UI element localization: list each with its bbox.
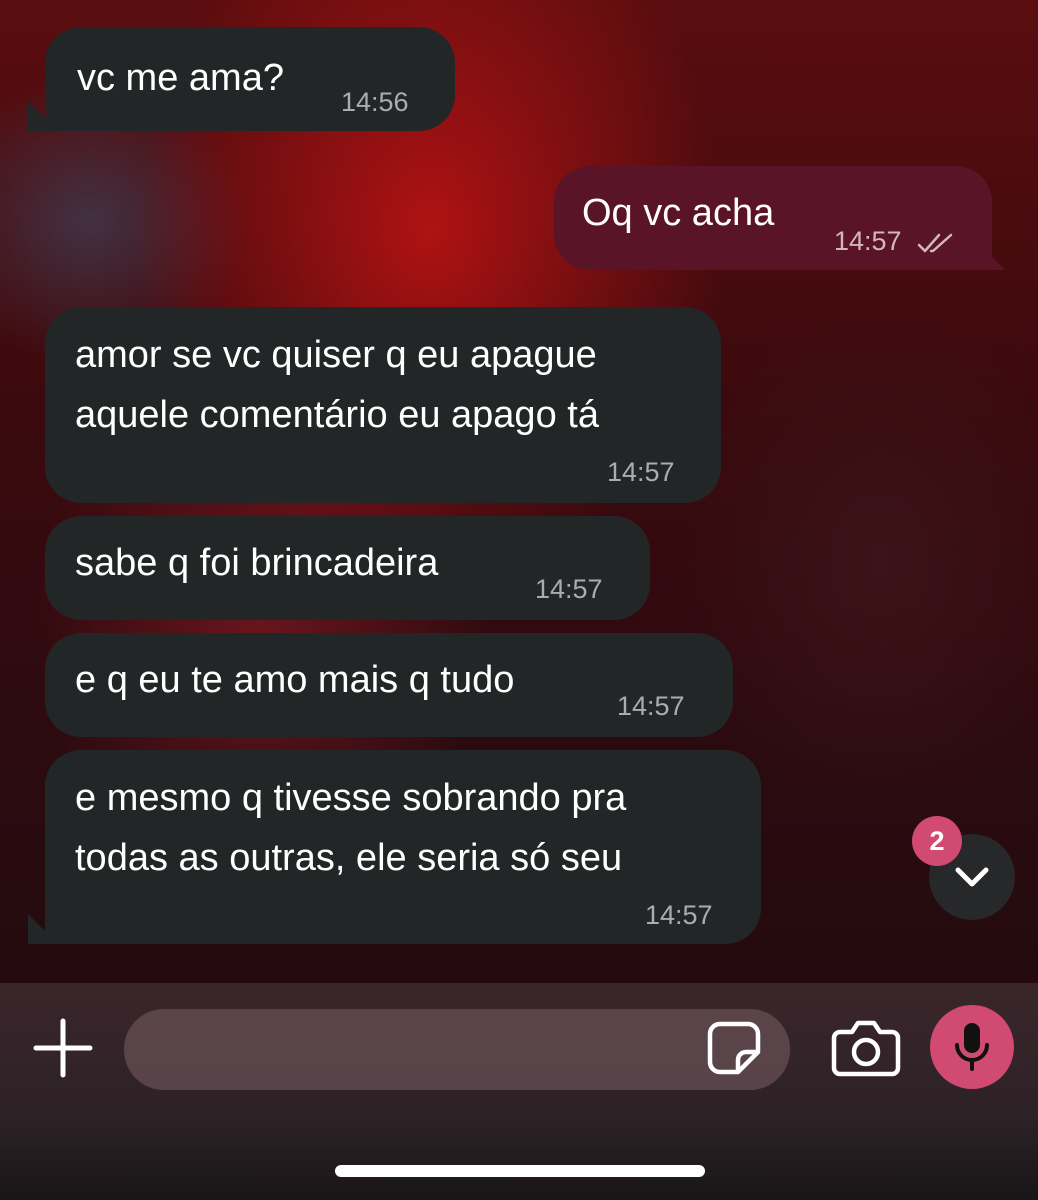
message-bubble-incoming[interactable]: e q eu te amo mais q tudo 14:57	[45, 633, 733, 737]
message-bubble-incoming[interactable]: vc me ama? 14:56	[45, 27, 455, 131]
message-time: 14:57	[617, 691, 685, 721]
message-time: 14:56	[341, 87, 409, 117]
message-bubble-outgoing[interactable]: Oq vc acha 14:57	[554, 166, 992, 270]
message-bubble-incoming[interactable]: amor se vc quiser q eu apague aquele com…	[45, 307, 721, 503]
message-input[interactable]	[124, 1009, 790, 1090]
attach-button[interactable]	[30, 1015, 96, 1081]
message-bubble-incoming[interactable]: sabe q foi brincadeira 14:57	[45, 516, 650, 620]
message-time-label: 14:57	[834, 226, 902, 256]
microphone-icon	[955, 1023, 989, 1071]
message-time: 14:57	[535, 574, 603, 604]
unread-count-badge: 2	[912, 816, 962, 866]
plus-icon	[33, 1018, 93, 1078]
sticker-icon	[707, 1021, 761, 1075]
voice-message-button[interactable]	[930, 1005, 1014, 1089]
bubble-tail	[28, 914, 58, 944]
double-check-read-icon	[917, 233, 953, 253]
bubble-tail	[28, 101, 58, 131]
home-indicator	[335, 1165, 705, 1177]
message-time: 14:57	[607, 457, 675, 487]
message-text: e mesmo q tivesse sobrando pra todas as …	[75, 777, 627, 879]
camera-button[interactable]	[830, 1018, 902, 1078]
message-time: 14:57	[834, 226, 957, 256]
message-time: 14:57	[645, 900, 713, 930]
camera-icon	[831, 1020, 901, 1077]
message-bubble-incoming[interactable]: e mesmo q tivesse sobrando pra todas as …	[45, 750, 761, 944]
sticker-button[interactable]	[706, 1020, 762, 1076]
bubble-tail	[975, 240, 1005, 270]
message-text: amor se vc quiser q eu apague aquele com…	[75, 334, 599, 436]
